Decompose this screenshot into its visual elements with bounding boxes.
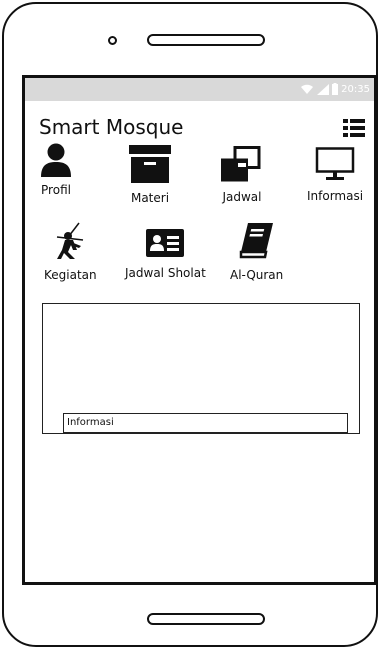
menu-tile-informasi[interactable]: Informasi [307,147,363,203]
menu-label: Materi [130,191,170,205]
menu-tile-jadwal-sholat[interactable]: Jadwal Sholat [125,228,206,280]
id-card-icon [145,228,185,262]
menu-label: Profil [41,183,71,197]
phone-frame: 20:35 Smart Mosque Profil Materi Jadwal … [2,2,378,647]
app-screen: 20:35 Smart Mosque Profil Materi Jadwal … [22,75,377,585]
menu-label: Jadwal [222,190,262,204]
info-panel: Informasi [42,303,360,434]
status-indicators: 20:35 [300,82,370,96]
menu-label: Al-Quran [230,268,284,282]
status-time: 20:35 [341,83,370,95]
wifi-icon [300,84,314,95]
menu-tile-jadwal[interactable]: Jadwal [221,146,263,204]
archive-box-icon [129,145,171,187]
list-menu-icon[interactable] [343,119,365,137]
ninja-icon [53,222,87,264]
home-button[interactable] [147,613,265,625]
menu-label: Kegiatan [44,268,97,282]
user-icon [39,143,73,181]
monitor-icon [315,147,355,185]
camera-icon [108,36,117,45]
menu-tile-al-quran[interactable]: Al-Quran [230,222,283,282]
menu-label: Jadwal Sholat [125,266,206,280]
menu-label: Informasi [307,189,364,203]
battery-icon [332,83,339,95]
book-icon [239,222,275,264]
menu-tile-kegiatan[interactable]: Kegiatan [44,222,97,282]
speaker-slot [147,34,265,46]
signal-icon [317,83,330,95]
app-title: Smart Mosque [39,115,184,139]
menu-tile-profil[interactable]: Profil [39,143,73,197]
clone-icon [221,146,263,186]
info-field[interactable]: Informasi [63,413,348,433]
menu-tile-materi[interactable]: Materi [129,145,171,205]
status-bar: 20:35 [25,78,374,101]
